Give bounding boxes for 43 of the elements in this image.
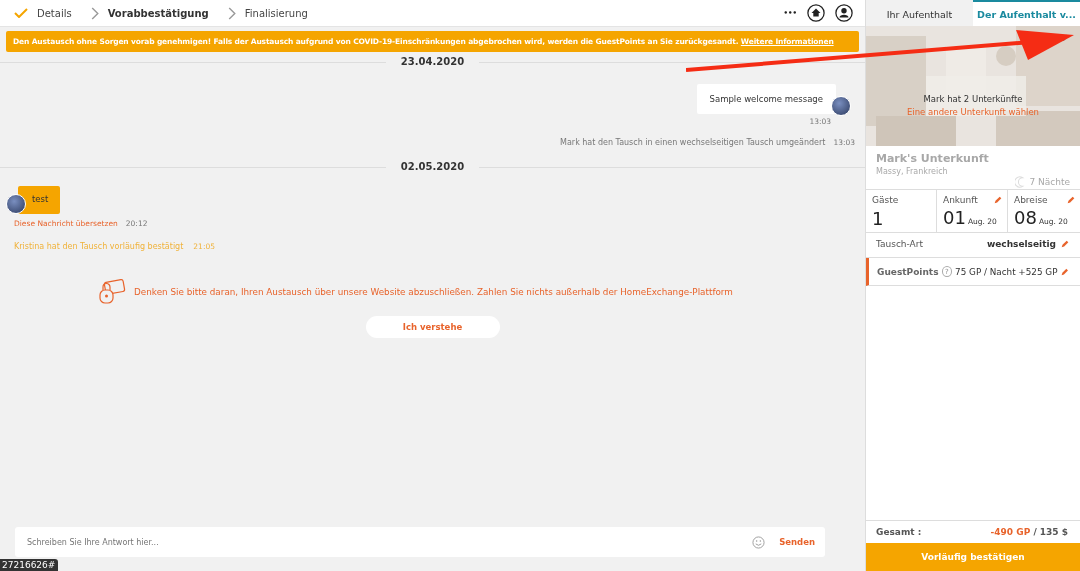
- reply-field[interactable]: Schreiben Sie Ihre Antwort hier... Senden: [15, 527, 825, 557]
- total-amount: / 135 $: [1033, 527, 1068, 537]
- tab[interactable]: Ihr Aufenthalt: [866, 0, 973, 26]
- guestpoints-value: 75 GP / Nacht +525 GP: [955, 266, 1058, 277]
- confirmation-message: Kristina hat den Tausch vorläufig bestätigt: [14, 242, 184, 251]
- total-points: -490 GP: [990, 527, 1031, 537]
- card-lock-icon: [98, 278, 127, 306]
- chevron-icon: [90, 6, 99, 20]
- detail-label: Gäste: [872, 195, 899, 206]
- pencil-icon[interactable]: [993, 195, 1003, 205]
- step-label[interactable]: Details: [37, 7, 72, 19]
- message-bubble: Sample welcome message: [696, 84, 836, 114]
- profile-icon[interactable]: [835, 4, 853, 22]
- pencil-icon[interactable]: [1060, 239, 1070, 249]
- homes-count: Mark hat 2 Unterkünfte: [923, 94, 1023, 104]
- guestpoints-label: GuestPoints: [877, 266, 939, 277]
- choose-home-link[interactable]: Eine andere Unterkunft wählen: [907, 107, 1039, 117]
- home-location: Massy, Frankreich: [876, 167, 949, 176]
- detail-label: Ankunft: [943, 195, 978, 205]
- confirm-button[interactable]: Vorläufig bestätigen: [866, 543, 1080, 571]
- exchange-type-label: Tausch-Art: [876, 239, 923, 249]
- pencil-icon[interactable]: [1060, 266, 1070, 277]
- system-message: Mark hat den Tausch in einen wechselseitigen Tausch umgeändert: [560, 138, 826, 147]
- pencil-icon[interactable]: [1066, 195, 1076, 205]
- step-label[interactable]: Vorabbestätigung: [107, 7, 209, 19]
- chevron-icon: [227, 6, 236, 20]
- send-button[interactable]: Senden: [779, 537, 815, 547]
- nights-count: 7 Nächte: [1029, 177, 1070, 187]
- detail-value: 1: [872, 208, 884, 229]
- emoji-icon[interactable]: [752, 535, 766, 549]
- detail-label: Abreise: [1014, 195, 1048, 205]
- understood-button[interactable]: Ich verstehe: [365, 316, 500, 338]
- avatar: [6, 194, 26, 214]
- url-tooltip: 27216626#: [0, 559, 59, 571]
- step-label[interactable]: Finalisierung: [244, 7, 308, 19]
- exchange-type-value: wechselseitig: [986, 239, 1056, 249]
- detail-value: 08: [1014, 207, 1037, 228]
- home-name: Mark's Unterkunft: [876, 152, 990, 165]
- detail-value: 01: [943, 207, 966, 228]
- avatar: [831, 96, 851, 116]
- notice-text: Denken Sie bitte daran, Ihren Austausch über unsere Website abzuschließen. Zahlen Sie nichts außerhalb der HomeExchange-Plattform: [134, 287, 733, 297]
- total-label: Gesamt :: [876, 527, 922, 537]
- home-icon[interactable]: [807, 4, 825, 22]
